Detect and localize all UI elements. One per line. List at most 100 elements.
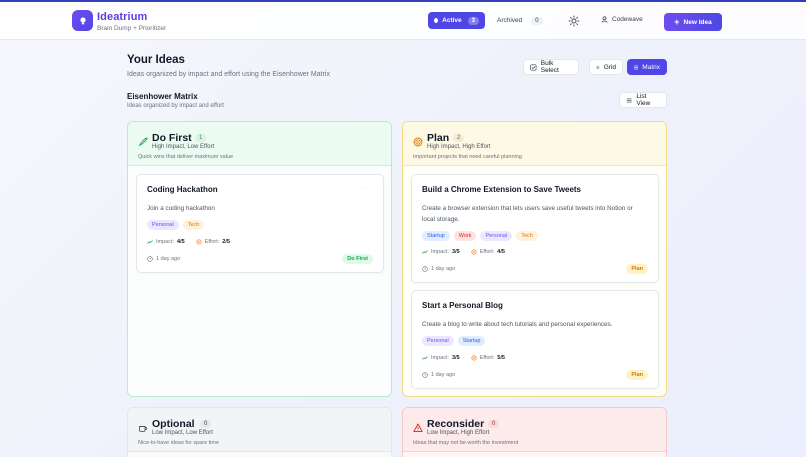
quadrant-header: Optional 0 Low Impact, Low Effort Nice-t… [128,408,391,452]
app-logo[interactable] [72,10,93,31]
quadrant-header: Plan 2 High Impact, High Effort Importan… [403,122,666,166]
effort-target-icon [471,249,477,255]
list-icon [626,98,632,102]
target-icon [413,137,423,147]
tag-work[interactable]: Work [453,231,477,241]
idea-card[interactable]: Coding Hackathon ··· Join a coding hacka… [136,174,384,273]
quadrant-count: 0 [200,420,212,428]
active-dot-icon [434,18,439,23]
page-subtitle: Ideas organized by impact and effort usi… [127,71,330,78]
tag-startup[interactable]: Startup [457,336,486,346]
idea-timestamp: 1 day ago [422,266,455,272]
page-title: Your Ideas [127,54,185,66]
quadrant-description: Important projects that need careful pla… [413,154,522,160]
effort-value: 4/5 [497,249,505,255]
user-name: Codewave [612,16,643,23]
plus-icon: + [674,17,680,27]
active-filter-button[interactable]: Active 3 [428,12,485,29]
effort-value: 2/5 [222,239,230,245]
quadrant-title: Optional [152,418,195,430]
quadrant-description: Nice-to-have ideas for spare time [138,440,220,446]
brand-tagline: Brain Dump + Prioritizer [97,25,167,32]
archived-filter-button[interactable]: Archived 0 [487,12,547,29]
time-text: 1 day ago [431,372,456,378]
trending-up-icon [147,240,153,244]
tag-startup[interactable]: Startup [422,231,450,241]
clock-icon [147,256,153,262]
effort-label: Effort: [204,239,220,245]
matrix-label: Matrix [642,63,660,71]
effort-target-icon [196,239,202,245]
matrix-view-button[interactable]: Matrix [627,59,667,75]
brand-name: Ideatrium [97,11,148,23]
app-header: Ideatrium Brain Dump + Prioritizer Activ… [0,2,806,40]
quadrant-title: Reconsider [427,418,485,430]
tag-tech[interactable]: Tech [182,220,205,230]
grid-view-button[interactable]: Grid [589,59,623,75]
tag-personal[interactable]: Personal [480,231,513,241]
idea-timestamp: 1 day ago [422,372,455,378]
quadrant-plan: Plan 2 High Impact, High Effort Importan… [402,121,667,397]
list-icon [596,65,600,69]
list-view-button[interactable]: List View [619,92,667,108]
quadrant-description: Ideas that may not be worth the investme… [413,440,519,446]
grid-label: Grid [603,63,616,71]
list-view-label: List View [636,93,651,107]
quadrant-header: Reconsider 0 Low Impact, High Effort Ide… [403,408,666,452]
impact-value: 4/5 [177,239,185,245]
idea-timestamp: 1 day ago [147,256,180,262]
idea-description-line-2: local storage. [422,216,460,223]
clock-icon [422,266,428,272]
idea-metrics: Impact: 3/5 Effort: 5/5 [422,355,513,361]
coffee-icon [139,426,148,433]
idea-card[interactable]: Start a Personal Blog Create a blog to w… [411,290,659,389]
quadrant-header: Do First 1 High Impact, Low Effort Quick… [128,122,391,166]
user-icon [601,16,608,23]
time-text: 1 day ago [156,256,181,262]
bulk-select-button[interactable]: Bulk Select [523,59,579,75]
more-options-icon[interactable]: ··· [361,185,371,192]
quadrant-meta: Low Impact, Low Effort [152,430,213,436]
effort-label: Effort: [479,355,495,361]
theme-toggle-sun-icon[interactable] [568,15,580,27]
bulk-select-label: Bulk Select [540,60,559,74]
warning-icon [413,423,423,433]
tag-tech[interactable]: Tech [516,231,538,241]
quadrant-count: 0 [488,420,500,428]
quadrant-meta: High Impact, High Effort [427,144,491,150]
idea-title: Coding Hackathon [147,185,218,194]
impact-label: Impact: [431,249,450,255]
impact-value: 3/5 [452,249,460,255]
new-idea-button[interactable]: + New Idea [664,13,722,31]
lightbulb-icon [79,16,86,24]
idea-description: Join a coding hackathon [147,205,215,212]
tag-personal[interactable]: Personal [147,220,179,230]
impact-label: Impact: [431,355,450,361]
idea-description: Create a blog to write about tech tutori… [422,321,613,328]
quadrant-do-first: Do First 1 High Impact, Low Effort Quick… [127,121,392,397]
idea-title: Start a Personal Blog [422,301,503,310]
effort-value: 5/5 [497,355,505,361]
quadrant-title: Plan [427,132,450,144]
trending-up-icon [422,356,428,360]
idea-card[interactable]: Build a Chrome Extension to Save Tweets … [411,174,659,283]
idea-tags: Startup Work Personal Tech [422,231,538,241]
section-subtitle: Ideas organized by impact and effort [127,103,224,109]
quadrant-optional: Optional 0 Low Impact, Low Effort Nice-t… [127,407,392,457]
new-idea-label: New Idea [683,18,712,26]
quadrant-badge: Plan [626,370,648,380]
quadrant-badge: Plan [626,264,648,274]
quadrant-meta: High Impact, Low Effort [152,144,215,150]
quadrant-count: 2 [453,134,465,142]
user-menu[interactable]: Codewave [601,16,643,23]
quadrant-title: Do First [152,132,192,144]
quadrant-meta: Low Impact, High Effort [427,430,490,436]
idea-title: Build a Chrome Extension to Save Tweets [422,185,581,194]
idea-tags: Personal Tech [147,220,205,230]
tag-personal[interactable]: Personal [422,336,454,346]
quadrant-badge: Do First [342,254,373,264]
effort-target-icon [471,355,477,361]
section-title: Eisenhower Matrix [127,92,198,101]
archived-label: Archived [497,17,523,24]
quadrant-count: 1 [195,134,207,142]
